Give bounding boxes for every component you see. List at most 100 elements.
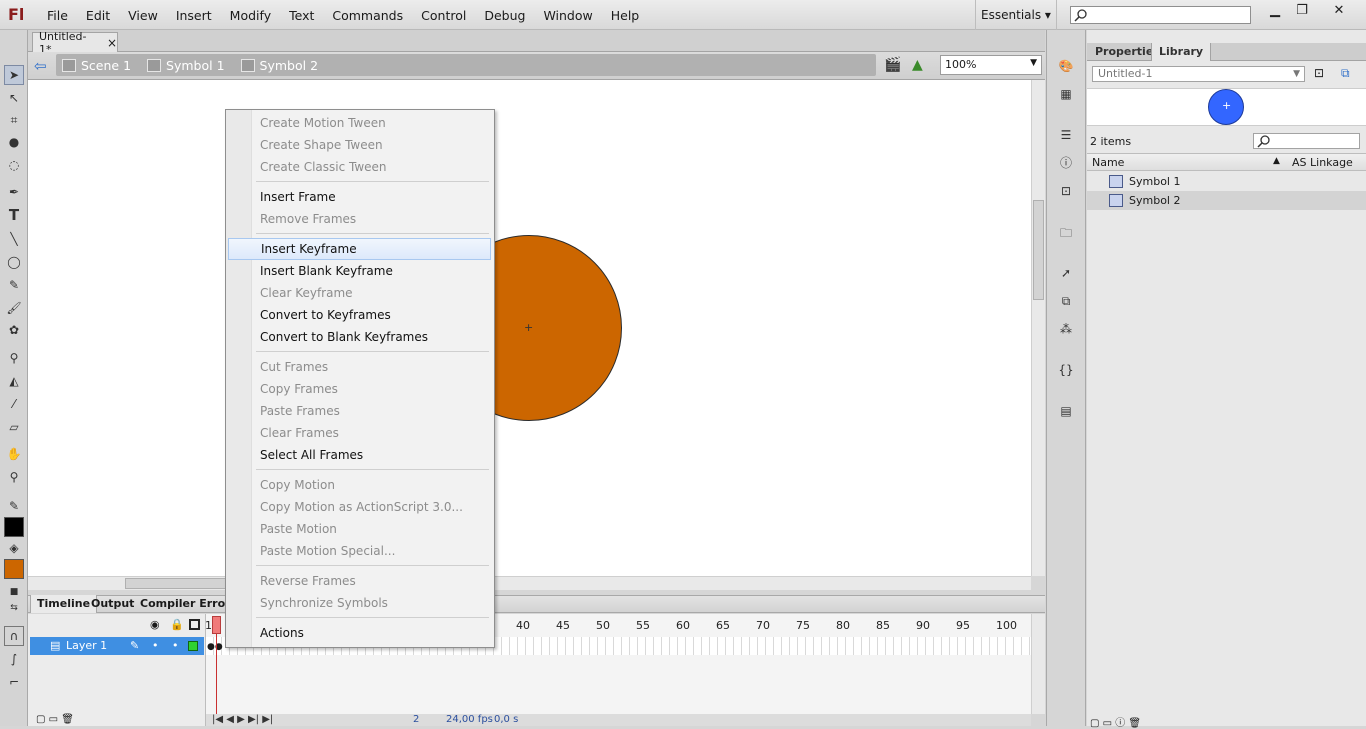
layer-outline-color[interactable] xyxy=(188,641,198,651)
stage-horizontal-scrollbar[interactable] xyxy=(28,576,1031,590)
menu-item-cut-frames[interactable]: Cut Frames xyxy=(228,356,491,378)
3d-rotation-tool-icon[interactable]: ● xyxy=(4,132,24,152)
timeline-vertical-scrollbar[interactable] xyxy=(1031,614,1045,714)
menu-item-actions[interactable]: Actions xyxy=(228,622,491,644)
back-arrow-icon[interactable]: ⇦ xyxy=(34,57,47,75)
swap-colors-icon[interactable]: ⇆ xyxy=(4,598,24,618)
column-as-linkage[interactable]: AS Linkage xyxy=(1292,156,1353,169)
edit-symbols-icon[interactable]: ▲ xyxy=(912,57,923,73)
library-document-select[interactable]: Untitled-1 ▼ xyxy=(1092,66,1305,82)
scene-panel-icon[interactable]: 🗀 xyxy=(1057,224,1075,242)
breadcrumb-symbol-2[interactable]: Symbol 2 xyxy=(240,58,318,73)
visibility-dot-icon[interactable]: • xyxy=(152,637,159,655)
text-tool-icon[interactable]: T xyxy=(4,205,24,225)
current-frame[interactable]: 2 xyxy=(413,714,419,725)
column-name[interactable]: Name xyxy=(1092,156,1124,169)
library-search-input[interactable] xyxy=(1253,133,1360,149)
restore-button[interactable]: ❐ xyxy=(1290,3,1314,21)
minimize-button[interactable]: ▁ xyxy=(1263,3,1287,21)
eyedropper-tool-icon[interactable]: ⁄ xyxy=(4,394,24,414)
paint-bucket-tool-icon[interactable]: ◭ xyxy=(4,371,24,391)
subselection-tool-icon[interactable]: ↖ xyxy=(4,88,24,108)
menu-item-insert-keyframe[interactable]: Insert Keyframe xyxy=(228,238,491,260)
bone-tool-icon[interactable]: ⚲ xyxy=(4,348,24,368)
menu-window[interactable]: Window xyxy=(534,8,601,23)
menu-item-clear-frames[interactable]: Clear Frames xyxy=(228,422,491,444)
lock-dot-icon[interactable]: • xyxy=(172,637,179,655)
zoom-tool-icon[interactable]: ⚲ xyxy=(4,467,24,487)
pen-tool-icon[interactable]: ✒ xyxy=(4,182,24,202)
menu-modify[interactable]: Modify xyxy=(221,8,280,23)
brush-tool-icon[interactable]: 🖌 xyxy=(4,298,24,318)
selection-tool-icon[interactable]: ➤ xyxy=(4,65,24,85)
new-layer-icon[interactable]: ▢ ▭ 🗑 xyxy=(36,714,74,725)
menu-item-select-all-frames[interactable]: Select All Frames xyxy=(228,444,491,466)
hand-tool-icon[interactable]: ✋ xyxy=(4,444,24,464)
free-transform-tool-icon[interactable]: ⌗ xyxy=(4,110,24,130)
menu-item-create-motion-tween[interactable]: Create Motion Tween xyxy=(228,112,491,134)
eye-icon[interactable]: ◉ xyxy=(150,618,160,631)
menu-item-copy-motion[interactable]: Copy Motion xyxy=(228,474,491,496)
menu-item-create-shape-tween[interactable]: Create Shape Tween xyxy=(228,134,491,156)
lock-icon[interactable]: 🔒 xyxy=(170,618,184,631)
menu-item-convert-to-blank-keyframes[interactable]: Convert to Blank Keyframes xyxy=(228,326,491,348)
menu-item-copy-frames[interactable]: Copy Frames xyxy=(228,378,491,400)
library-item-symbol-2[interactable]: Symbol 2 xyxy=(1087,191,1366,210)
workspace-switcher[interactable]: Essentials ▾ xyxy=(975,0,1057,30)
layer-row[interactable]: ▤ Layer 1 ✎ • • xyxy=(30,637,204,655)
library-item-symbol-1[interactable]: Symbol 1 xyxy=(1087,172,1366,191)
actions-panel-icon[interactable]: {} xyxy=(1057,361,1075,379)
stroke-color-icon[interactable]: ✎ xyxy=(4,496,24,516)
menu-debug[interactable]: Debug xyxy=(475,8,534,23)
menu-item-convert-to-keyframes[interactable]: Convert to Keyframes xyxy=(228,304,491,326)
tab-output[interactable]: Output xyxy=(85,595,140,613)
tab-library[interactable]: Library xyxy=(1151,43,1212,61)
line-tool-icon[interactable]: ╲ xyxy=(4,229,24,249)
menu-control[interactable]: Control xyxy=(412,8,475,23)
menu-item-clear-keyframe[interactable]: Clear Keyframe xyxy=(228,282,491,304)
close-button[interactable]: ✕ xyxy=(1327,3,1351,21)
motion-presets-icon[interactable]: ➚ xyxy=(1057,264,1075,282)
menu-commands[interactable]: Commands xyxy=(323,8,412,23)
document-tab[interactable]: Untitled-1* × xyxy=(32,30,118,56)
menu-item-reverse-frames[interactable]: Reverse Frames xyxy=(228,570,491,592)
menu-item-insert-blank-keyframe[interactable]: Insert Blank Keyframe xyxy=(228,260,491,282)
code-snippets-icon[interactable]: ⁂ xyxy=(1057,320,1075,338)
align-panel-icon[interactable]: ☰ xyxy=(1057,126,1075,144)
breadcrumb-scene[interactable]: Scene 1 xyxy=(62,58,131,73)
menu-help[interactable]: Help xyxy=(602,8,649,23)
deco-tool-icon[interactable]: ✿ xyxy=(4,320,24,340)
close-tab-icon[interactable]: × xyxy=(107,36,117,50)
stage-vertical-scrollbar[interactable] xyxy=(1031,80,1045,576)
components-panel-icon[interactable]: ⧉ xyxy=(1057,292,1075,310)
breadcrumb-symbol-1[interactable]: Symbol 1 xyxy=(147,58,225,73)
frame-rate[interactable]: 24,00 fps xyxy=(446,714,493,725)
menu-item-paste-motion[interactable]: Paste Motion xyxy=(228,518,491,540)
menu-text[interactable]: Text xyxy=(280,8,323,23)
playhead[interactable] xyxy=(212,616,221,634)
pin-library-icon[interactable]: ⊡ xyxy=(1314,66,1324,80)
menu-item-paste-motion-special[interactable]: Paste Motion Special... xyxy=(228,540,491,562)
transform-panel-icon[interactable]: ⊡ xyxy=(1057,182,1075,200)
playback-controls-icon[interactable]: |◀ ◀ ▶ ▶| ▶| xyxy=(212,714,273,725)
keyframe-marker[interactable]: ●● xyxy=(207,643,223,652)
menu-item-insert-frame[interactable]: Insert Frame xyxy=(228,186,491,208)
oval-tool-icon[interactable]: ◯ xyxy=(4,252,24,272)
fill-color-icon[interactable]: ◈ xyxy=(4,538,24,558)
fill-color-swatch[interactable] xyxy=(4,559,24,579)
snap-to-objects-icon[interactable]: ∩ xyxy=(4,626,24,646)
movie-explorer-icon[interactable]: ▤ xyxy=(1057,402,1075,420)
color-panel-icon[interactable]: 🎨 xyxy=(1057,57,1075,75)
lasso-tool-icon[interactable]: ◌ xyxy=(4,155,24,175)
stroke-color-swatch[interactable] xyxy=(4,517,24,537)
menu-item-copy-motion-as-actionscript[interactable]: Copy Motion as ActionScript 3.0... xyxy=(228,496,491,518)
straighten-icon[interactable]: ⌐ xyxy=(4,672,24,692)
pencil-tool-icon[interactable]: ✎ xyxy=(4,275,24,295)
scroll-thumb[interactable] xyxy=(125,578,235,589)
menu-view[interactable]: View xyxy=(119,8,167,23)
menu-insert[interactable]: Insert xyxy=(167,8,221,23)
menu-item-create-classic-tween[interactable]: Create Classic Tween xyxy=(228,156,491,178)
info-panel-icon[interactable]: ⓘ xyxy=(1057,154,1075,172)
sort-ascending-icon[interactable]: ▲ xyxy=(1273,156,1280,166)
help-search-input[interactable] xyxy=(1070,6,1251,24)
